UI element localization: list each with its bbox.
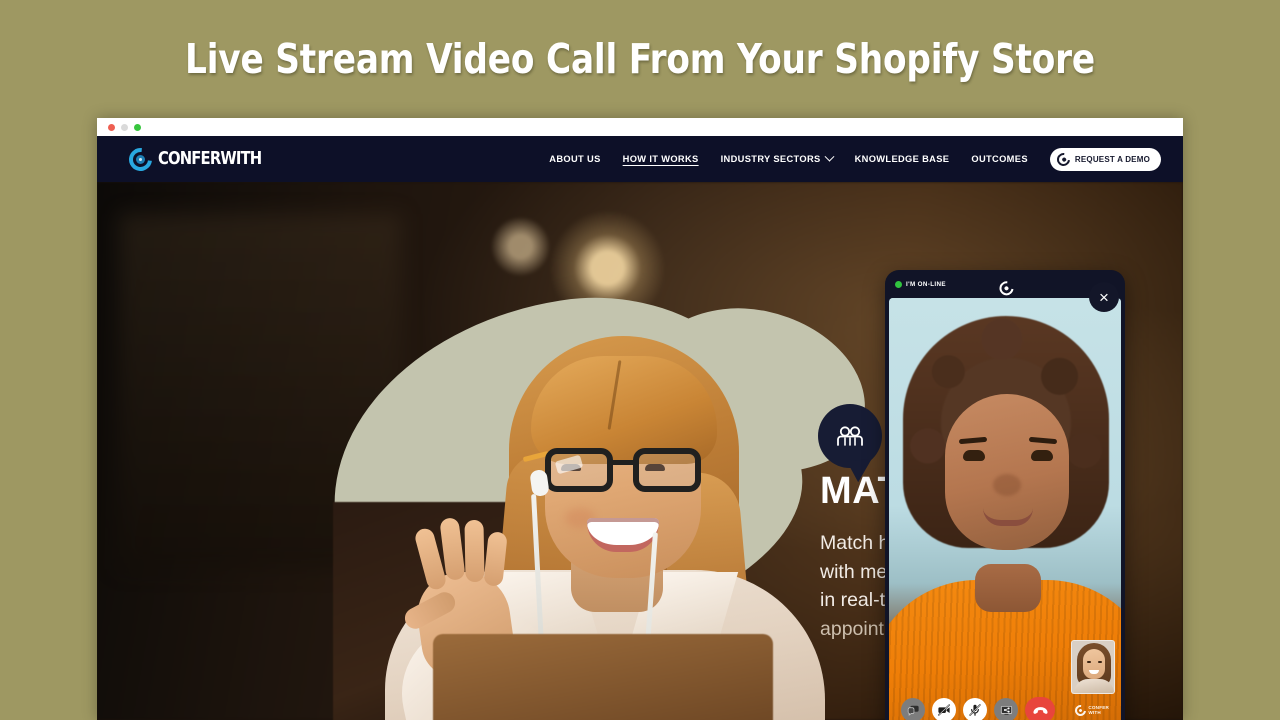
window-maximize-button[interactable] (134, 123, 141, 131)
page-title: Live Stream Video Call From Your Shopify… (185, 35, 1095, 83)
nav-item-label: INDUSTRY SECTORS (720, 154, 821, 164)
request-demo-label: REQUEST A DEMO (1074, 154, 1150, 164)
status-badge: I'M ON-LINE (895, 280, 946, 288)
request-demo-button[interactable]: REQUEST A DEMO (1049, 147, 1161, 171)
remote-eye-left (963, 450, 985, 461)
end-call-button[interactable] (1025, 697, 1055, 720)
chat-button[interactable] (901, 698, 925, 720)
chevron-down-icon (824, 151, 835, 162)
remote-face (945, 394, 1069, 550)
laptop-shape (433, 634, 773, 720)
video-call-widget: I'M ON-LINE × CONFER WITH (885, 270, 1125, 720)
remote-eye-right (1031, 450, 1053, 461)
nav-item-label: KNOWLEDGE BASE (854, 154, 950, 164)
conferwith-logo-icon (124, 142, 157, 176)
nav-item-knowledge-base[interactable]: KNOWLEDGE BASE (855, 154, 950, 164)
nav-item-industry-sectors[interactable]: INDUSTRY SECTORS (720, 151, 835, 164)
site-logo[interactable]: CONFERWITH (124, 142, 268, 176)
camera-off-button[interactable] (932, 698, 956, 720)
nav-item-label: HOW IT WORKS (622, 154, 699, 164)
nav-item-outcomes[interactable]: OUTCOMES (971, 154, 1028, 164)
call-controls: CONFER WITH (893, 694, 1117, 720)
browser-window: CONFERWITH ABOUT US HOW IT WORKS INDUSTR… (97, 118, 1183, 720)
screen-share-button[interactable] (994, 698, 1018, 720)
nav-item-label: OUTCOMES (971, 154, 1028, 164)
remote-nose (993, 474, 1021, 496)
eyeglasses-icon (522, 448, 707, 494)
conferwith-logo-icon-watermark (1073, 702, 1089, 718)
hero-person-illustration (333, 322, 893, 720)
nav-item-about-us[interactable]: ABOUT US (549, 154, 600, 164)
watermark-line-1: CONFER (1088, 704, 1109, 710)
group-people-icon (818, 404, 882, 468)
window-close-button[interactable] (108, 123, 115, 131)
conferwith-watermark: CONFER WITH (1073, 702, 1109, 718)
video-stage[interactable]: CONFER WITH (889, 298, 1121, 720)
finger (464, 519, 485, 583)
nav-item-how-it-works[interactable]: HOW IT WORKS (623, 154, 699, 164)
microphone-muted-button[interactable] (963, 698, 987, 720)
browser-titlebar (97, 118, 1183, 136)
close-glyph: × (1099, 287, 1109, 307)
online-status-dot (895, 280, 902, 288)
remote-neck (975, 564, 1041, 612)
window-minimize-button[interactable] (121, 123, 128, 131)
conferwith-logo-icon-widget (996, 278, 1017, 299)
picture-in-picture-self-view[interactable] (1071, 640, 1115, 694)
hero-section: MAT Match h with me in real-t appoint I'… (97, 182, 1183, 720)
conferwith-logo-icon-small (1054, 149, 1073, 169)
watermark-line-2: WITH (1088, 710, 1101, 715)
nav-item-label: ABOUT US (549, 154, 601, 164)
close-icon[interactable]: × (1089, 282, 1119, 312)
site-logo-text: CONFERWITH (158, 149, 262, 169)
nav-links: ABOUT US HOW IT WORKS INDUSTRY SECTORS K… (549, 147, 1161, 171)
online-status-label: I'M ON-LINE (906, 280, 946, 288)
site-navbar: CONFERWITH ABOUT US HOW IT WORKS INDUSTR… (97, 136, 1183, 182)
